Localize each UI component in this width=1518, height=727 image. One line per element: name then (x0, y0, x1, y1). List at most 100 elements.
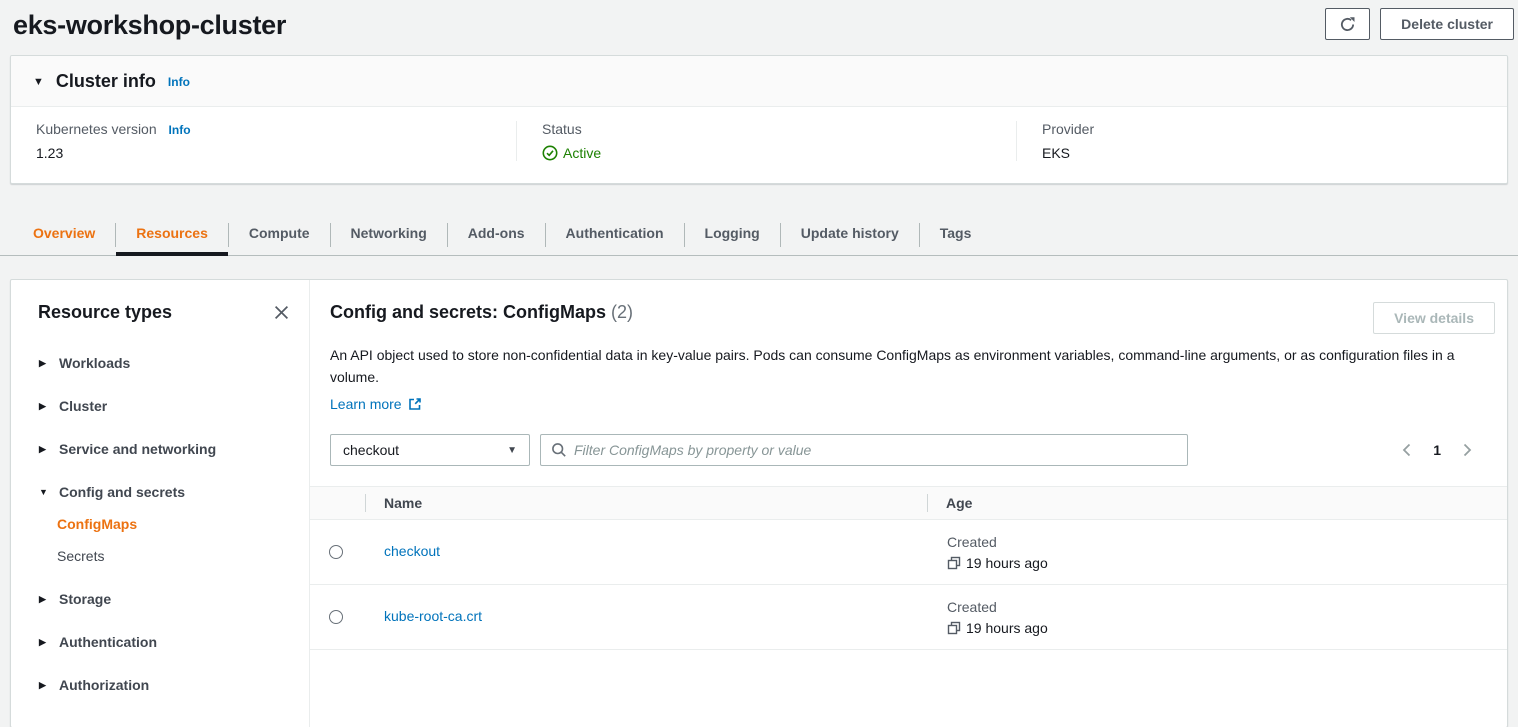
sidebar-header: Resource types (11, 302, 309, 323)
status-field: Status Active (516, 121, 1016, 161)
content-title: Config and secrets: ConfigMaps (2) (330, 302, 633, 323)
sidebar-item-service-and-networking[interactable]: ▶ Service and networking (11, 441, 309, 457)
sidebar-close-button[interactable] (272, 303, 291, 322)
sidebar-subgroup: ConfigMaps Secrets (11, 516, 309, 564)
configmaps-table: Name Age checkout Created (310, 486, 1507, 650)
tab-logging[interactable]: Logging (685, 214, 780, 256)
sidebar-list: ▶ Workloads ▶ Cluster ▶ Service and netw… (11, 355, 309, 693)
content-header: Config and secrets: ConfigMaps (2) View … (310, 280, 1507, 334)
refresh-icon (1339, 16, 1356, 33)
learn-more-link[interactable]: Learn more (330, 396, 422, 412)
column-divider (365, 494, 366, 512)
row-radio-button[interactable] (329, 545, 343, 559)
kubernetes-version-info-link[interactable]: Info (169, 123, 191, 137)
row-name-cell: checkout (365, 543, 927, 561)
sidebar-item-label: Authentication (59, 634, 157, 650)
tab-tags[interactable]: Tags (920, 214, 992, 256)
tab-overview[interactable]: Overview (13, 214, 115, 256)
page-title: eks-workshop-cluster (13, 8, 286, 41)
page-header: eks-workshop-cluster Delete cluster (0, 0, 1518, 47)
chevron-right-icon: ▶ (39, 637, 49, 648)
sidebar-item-label: Service and networking (59, 441, 216, 457)
tab-networking[interactable]: Networking (331, 214, 447, 256)
chevron-left-icon (1401, 443, 1412, 457)
provider-label: Provider (1042, 121, 1507, 137)
sidebar-item-cluster[interactable]: ▶ Cluster (11, 398, 309, 414)
chevron-right-icon: ▶ (39, 401, 49, 412)
tab-compute[interactable]: Compute (229, 214, 330, 256)
provider-field: Provider EKS (1016, 121, 1507, 161)
tab-add-ons[interactable]: Add-ons (448, 214, 545, 256)
sidebar-item-label: Config and secrets (59, 484, 185, 500)
row-age-cell: Created 19 hours ago (927, 599, 1507, 636)
table-row: kube-root-ca.crt Created 19 hours ago (310, 585, 1507, 650)
check-circle-icon (542, 145, 558, 161)
resource-types-sidebar: Resource types ▶ Workloads ▶ Cluster ▶ S (11, 280, 309, 727)
age-value: 19 hours ago (947, 620, 1507, 636)
configmap-name-link[interactable]: checkout (384, 543, 440, 559)
copy-icon[interactable] (947, 556, 961, 570)
cluster-info-title: Cluster info (56, 71, 156, 92)
kubernetes-version-label: Kubernetes version Info (36, 121, 516, 137)
cluster-info-body: Kubernetes version Info 1.23 Status Acti… (11, 107, 1507, 183)
next-page-button[interactable] (1458, 439, 1477, 461)
kubernetes-version-value: 1.23 (36, 145, 516, 161)
tab-bar: Overview Resources Compute Networking Ad… (0, 214, 1518, 256)
external-link-icon (408, 397, 422, 411)
sidebar-item-label: Authorization (59, 677, 149, 693)
created-label: Created (947, 599, 1507, 615)
configmaps-content: Config and secrets: ConfigMaps (2) View … (310, 280, 1507, 727)
sidebar-item-secrets[interactable]: Secrets (11, 548, 309, 564)
kubernetes-version-field: Kubernetes version Info 1.23 (11, 121, 516, 161)
configmap-name-link[interactable]: kube-root-ca.crt (384, 608, 482, 624)
search-icon (551, 442, 567, 458)
sidebar-item-workloads[interactable]: ▶ Workloads (11, 355, 309, 371)
name-column-header: Name (365, 494, 927, 512)
cluster-info-header[interactable]: ▼ Cluster info Info (11, 56, 1507, 107)
sidebar-item-label: Workloads (59, 355, 130, 371)
filter-dropdown-value: checkout (343, 442, 399, 458)
created-label: Created (947, 534, 1507, 550)
chevron-right-icon: ▶ (39, 594, 49, 605)
filter-dropdown[interactable]: checkout ▼ (330, 434, 530, 466)
cluster-info-info-link[interactable]: Info (168, 75, 190, 89)
row-name-cell: kube-root-ca.crt (365, 608, 927, 626)
chevron-right-icon: ▶ (39, 444, 49, 455)
row-age-cell: Created 19 hours ago (927, 534, 1507, 571)
sidebar-item-label: Cluster (59, 398, 107, 414)
tab-authentication[interactable]: Authentication (546, 214, 684, 256)
configmaps-description: An API object used to store non-confiden… (310, 334, 1507, 388)
sidebar-item-configmaps[interactable]: ConfigMaps (11, 516, 309, 532)
status-badge: Active (542, 145, 1016, 161)
current-page-number[interactable]: 1 (1433, 442, 1441, 458)
delete-cluster-button[interactable]: Delete cluster (1380, 8, 1514, 40)
copy-icon[interactable] (947, 621, 961, 635)
sidebar-item-authorization[interactable]: ▶ Authorization (11, 677, 309, 693)
refresh-button[interactable] (1325, 8, 1370, 40)
collapse-triangle-icon[interactable]: ▼ (33, 76, 44, 88)
previous-page-button[interactable] (1397, 439, 1416, 461)
caret-down-icon: ▼ (507, 445, 517, 456)
sidebar-item-config-and-secrets[interactable]: ▼ Config and secrets (11, 484, 309, 500)
provider-value: EKS (1042, 145, 1507, 161)
cluster-info-panel: ▼ Cluster info Info Kubernetes version I… (10, 55, 1508, 184)
age-value: 19 hours ago (947, 555, 1507, 571)
chevron-down-icon: ▼ (39, 487, 49, 497)
filter-input[interactable] (574, 442, 1177, 458)
tab-update-history[interactable]: Update history (781, 214, 919, 256)
table-row: checkout Created 19 hours ago (310, 520, 1507, 585)
sidebar-item-authentication[interactable]: ▶ Authentication (11, 634, 309, 650)
view-details-button[interactable]: View details (1373, 302, 1495, 334)
pagination: 1 (1397, 439, 1495, 461)
filter-search-box (540, 434, 1188, 466)
row-select-cell (310, 545, 365, 559)
close-icon (274, 305, 289, 320)
sidebar-item-storage[interactable]: ▶ Storage (11, 591, 309, 607)
learn-more-row: Learn more (310, 388, 1507, 414)
sidebar-item-label: Storage (59, 591, 111, 607)
tab-resources[interactable]: Resources (116, 214, 228, 256)
column-divider (927, 494, 928, 512)
row-radio-button[interactable] (329, 610, 343, 624)
age-column-header: Age (927, 494, 1507, 512)
status-label: Status (542, 121, 1016, 137)
